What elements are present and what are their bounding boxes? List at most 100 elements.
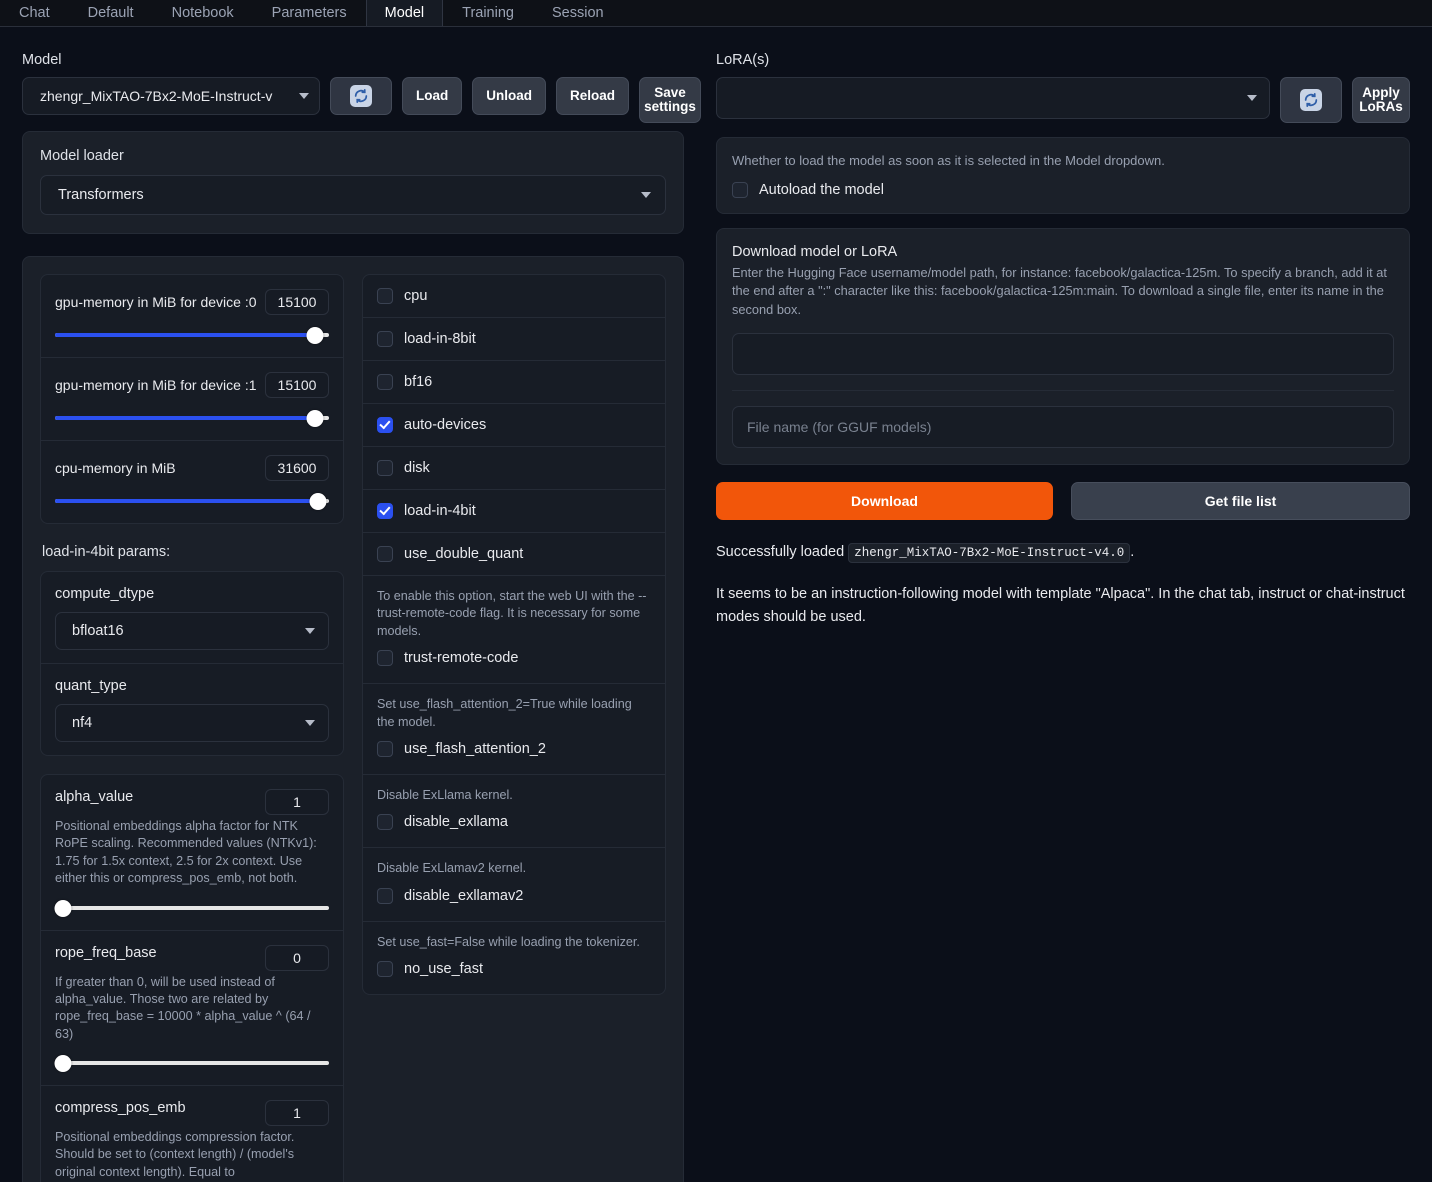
download-buttons-row: Download Get file list xyxy=(716,481,1410,520)
tab-label: Model xyxy=(384,5,425,21)
tab-default[interactable]: Default xyxy=(69,0,153,26)
download-repo-input[interactable] xyxy=(732,332,1394,375)
checkbox-label: no_use_fast xyxy=(404,961,484,977)
download-file-input[interactable] xyxy=(732,405,1394,448)
quant-type-value: nf4 xyxy=(72,715,93,731)
download-button[interactable]: Download xyxy=(716,481,1053,520)
memory-value[interactable]: 31600 xyxy=(265,455,329,481)
refresh-icon xyxy=(1300,89,1322,111)
checkbox-label: auto-devices xyxy=(404,417,487,433)
checkbox-row-disk[interactable]: disk xyxy=(363,447,665,489)
compress-pos-emb-input[interactable]: 1 xyxy=(265,1100,329,1126)
model-dropdown[interactable]: zhengr_MixTAO-7Bx2-MoE-Instruct-v xyxy=(22,77,320,115)
checkbox-row-disable-exllamav2[interactable]: disable_exllamav2 xyxy=(363,878,665,917)
slider-thumb[interactable] xyxy=(54,1055,72,1072)
compress-pos-emb-desc: Positional embeddings compression factor… xyxy=(55,1130,295,1179)
rope-freq-base-label: rope_freq_base xyxy=(55,944,157,961)
tab-label: Notebook xyxy=(171,5,234,21)
page-body: Model zhengr_MixTAO-7Bx2-MoE-Instruct-v … xyxy=(0,27,1432,1182)
memory-value[interactable]: 15100 xyxy=(265,289,329,315)
lora-dropdown[interactable] xyxy=(716,77,1270,119)
memory-slider[interactable] xyxy=(55,409,329,427)
refresh-loras-button[interactable] xyxy=(1280,77,1342,123)
memory-value[interactable]: 15100 xyxy=(265,372,329,398)
checkbox-row-load-in-8bit[interactable]: load-in-8bit xyxy=(363,318,665,360)
save-settings-button[interactable]: Save settings xyxy=(639,77,702,123)
tab-parameters[interactable]: Parameters xyxy=(253,0,366,26)
checkbox-row-bf16[interactable]: bf16 xyxy=(363,361,665,403)
checkbox-use-flash-attention-2[interactable] xyxy=(377,740,393,757)
tab-model[interactable]: Model xyxy=(365,0,444,26)
autoload-row[interactable]: Autoload the model xyxy=(732,182,1394,199)
autoload-panel: Whether to load the model as soon as it … xyxy=(716,137,1410,215)
tab-chat[interactable]: Chat xyxy=(0,0,69,26)
checkbox-label: bf16 xyxy=(404,374,433,390)
refresh-models-button[interactable] xyxy=(330,77,392,115)
checkbox-label: use_double_quant xyxy=(404,546,524,562)
checkbox-row-cpu[interactable]: cpu xyxy=(363,275,665,317)
reload-button-label: Reload xyxy=(570,87,616,103)
checkbox-row-auto-devices[interactable]: auto-devices xyxy=(363,404,665,446)
checkbox-row-use-flash-attention-2[interactable]: use_flash_attention_2 xyxy=(363,731,665,770)
download-file-wrap xyxy=(732,392,1394,464)
model-loader-panel: Model loader Transformers xyxy=(22,131,684,234)
checkbox-label: use_flash_attention_2 xyxy=(404,740,546,757)
checkbox-bf16[interactable] xyxy=(377,374,393,390)
checkbox-use-double-quant[interactable] xyxy=(377,546,393,562)
checkbox-load-in-8bit[interactable] xyxy=(377,331,393,347)
checkbox-no-use-fast[interactable] xyxy=(377,961,393,977)
checkbox-row-trust-remote-code[interactable]: trust-remote-code xyxy=(363,640,665,679)
checkbox-auto-devices[interactable] xyxy=(377,417,393,433)
checkbox-label: disk xyxy=(404,460,430,476)
rope-freq-base-input[interactable]: 0 xyxy=(265,944,329,971)
checkbox-disk[interactable] xyxy=(377,460,393,476)
status-template-note: It seems to be an instruction-following … xyxy=(716,586,1405,625)
checkbox-row-disable-exllama[interactable]: disable_exllama xyxy=(363,804,665,843)
checkbox-load-in-4bit[interactable] xyxy=(377,503,393,519)
tab-label: Chat xyxy=(19,5,50,21)
load-button[interactable]: Load xyxy=(402,77,463,115)
slider-track xyxy=(55,1061,329,1065)
model-loader-dropdown[interactable]: Transformers xyxy=(40,175,666,215)
memory-slider[interactable] xyxy=(55,326,329,344)
tab-session[interactable]: Session xyxy=(533,0,623,26)
checkbox-cpu[interactable] xyxy=(377,288,393,304)
checkbox-label: load-in-8bit xyxy=(404,331,476,347)
reload-button[interactable]: Reload xyxy=(556,77,630,115)
tab-label: Session xyxy=(551,5,604,21)
alpha-value-input[interactable]: 1 xyxy=(265,789,329,815)
alpha-value-item: alpha_value 1 Positional embeddings alph… xyxy=(41,775,343,930)
checkbox-trust-remote-code[interactable] xyxy=(377,650,393,667)
apply-loras-button[interactable]: Apply LoRAs xyxy=(1352,77,1410,123)
checkbox-row-no-use-fast[interactable]: no_use_fast xyxy=(363,951,665,990)
load-button-label: Load xyxy=(416,87,449,103)
slider-thumb[interactable] xyxy=(309,493,327,510)
checkbox-disable-exllamav2[interactable] xyxy=(377,887,393,904)
rope-freq-base-item: rope_freq_base 0 If greater than 0, will… xyxy=(41,929,343,1086)
slider-thumb[interactable] xyxy=(306,327,324,344)
memory-slider[interactable] xyxy=(55,492,329,510)
checkbox-row-load-in-4bit[interactable]: load-in-4bit xyxy=(363,490,665,532)
alpha-value-slider[interactable] xyxy=(54,899,329,917)
quant-type-dropdown[interactable]: nf4 xyxy=(55,704,329,742)
slider-thumb[interactable] xyxy=(306,410,324,427)
rope-freq-base-slider[interactable] xyxy=(54,1054,329,1072)
slider-thumb[interactable] xyxy=(54,899,72,917)
checkbox-disable-exllama[interactable] xyxy=(377,814,393,831)
left-column: Model zhengr_MixTAO-7Bx2-MoE-Instruct-v … xyxy=(0,27,706,1182)
lora-controls-row: Apply LoRAs xyxy=(716,77,1410,123)
tab-label: Training xyxy=(462,5,514,21)
get-file-list-button[interactable]: Get file list xyxy=(1071,481,1410,520)
checkbox-item: auto-devices xyxy=(363,403,665,446)
tab-label: Default xyxy=(87,5,134,21)
download-button-label: Download xyxy=(851,492,918,509)
tab-training[interactable]: Training xyxy=(443,0,533,26)
right-inner: LoRA(s) Apply LoRAs Whether to load the … xyxy=(706,52,1432,628)
checkbox-autoload-the-model[interactable] xyxy=(732,182,748,199)
compute-dtype-dropdown[interactable]: bfloat16 xyxy=(55,612,329,650)
slider-fill xyxy=(55,416,316,420)
unload-button[interactable]: Unload xyxy=(472,77,546,115)
tab-notebook[interactable]: Notebook xyxy=(153,0,253,26)
memory-item: gpu-memory in MiB for device :0 15100 xyxy=(41,275,343,357)
checkbox-row-use-double-quant[interactable]: use_double_quant xyxy=(363,533,665,575)
